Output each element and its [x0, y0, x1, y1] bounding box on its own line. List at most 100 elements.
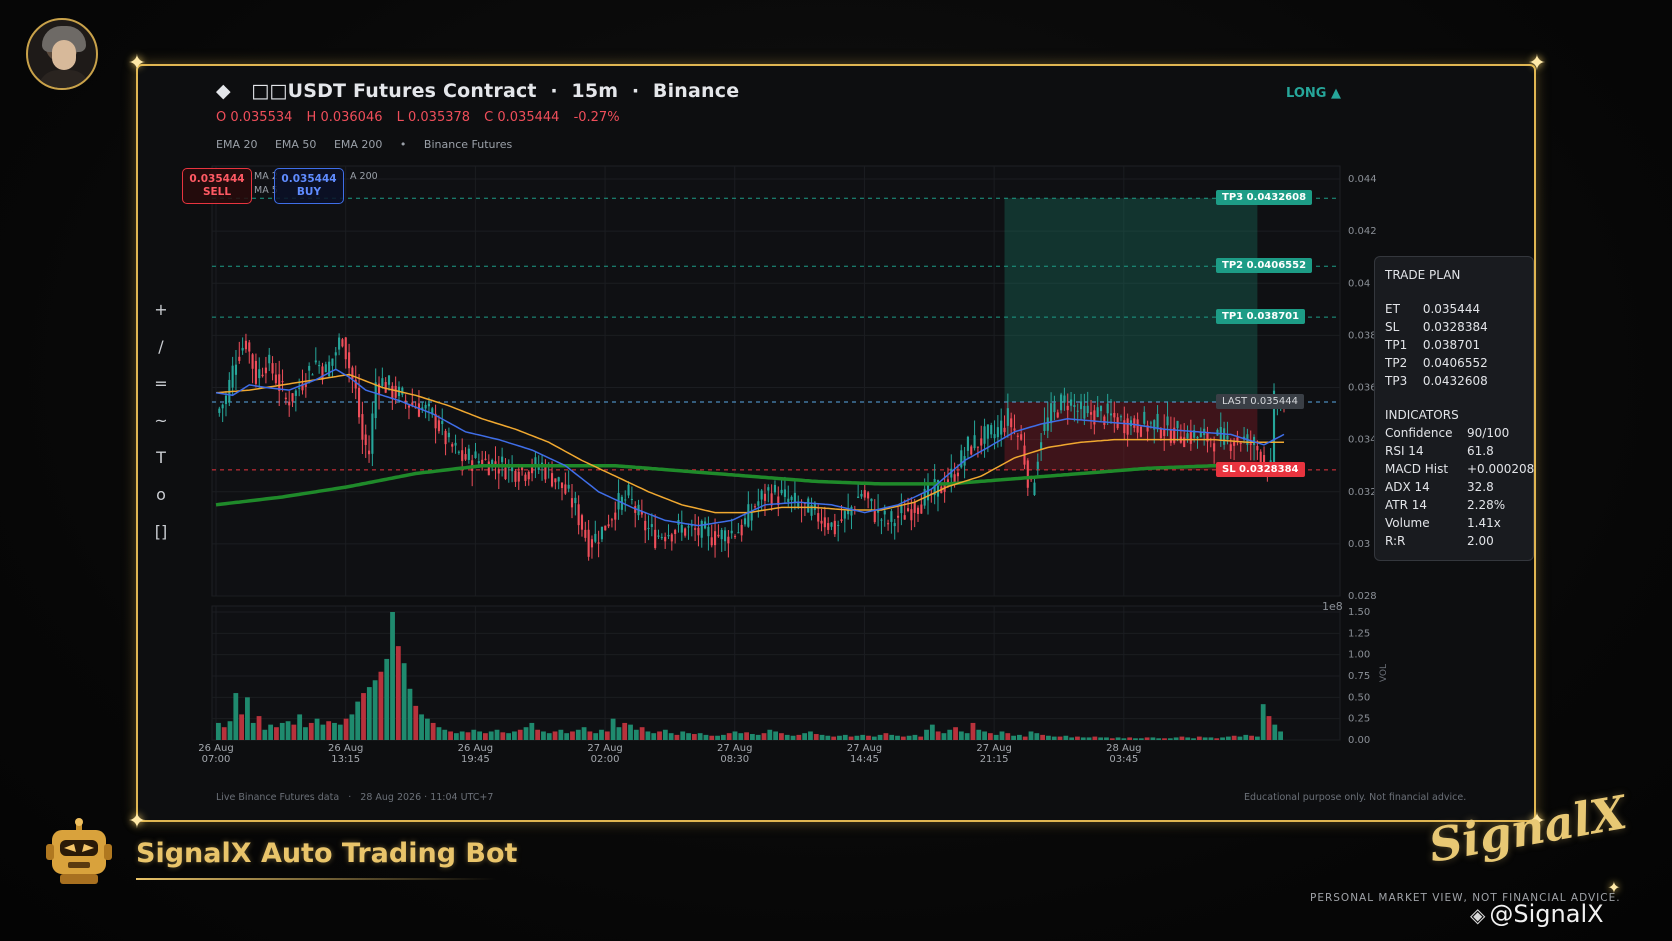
buy-price: 0.035444	[281, 173, 337, 185]
social-handle[interactable]: ◈ @SignalX	[1470, 900, 1604, 928]
candle-body	[274, 374, 277, 384]
volume-bar	[958, 731, 964, 740]
candle-body	[604, 525, 607, 531]
volume-axis-label: VOL	[1379, 664, 1389, 682]
candle-body	[797, 502, 800, 507]
volume-bar	[1150, 737, 1156, 740]
volume-bar	[929, 724, 935, 740]
volume-bar	[935, 731, 941, 740]
candle-body	[807, 498, 810, 513]
candle-body	[597, 542, 600, 544]
volume-bar	[662, 729, 668, 740]
screen: ✦ ✦ ✦ ✦ ◆ □□USDT Futures Contract · 15m …	[0, 0, 1672, 941]
volume-bar	[413, 705, 419, 740]
last-price-tag: LAST 0.035444	[1216, 394, 1304, 409]
y-tick-label: 0.034	[1348, 435, 1377, 446]
volume-bar	[738, 733, 744, 740]
candle-body	[517, 471, 520, 482]
volume-bar	[1243, 734, 1249, 740]
volume-bar	[1011, 735, 1016, 740]
candle-body	[910, 509, 913, 521]
candle-body	[424, 404, 427, 409]
candle-body	[231, 365, 234, 388]
candle-body	[404, 400, 407, 402]
candle-body	[670, 534, 673, 542]
candle-body	[454, 442, 457, 446]
candle-body	[1156, 413, 1159, 430]
volume-bar	[517, 729, 523, 740]
candle-body	[1139, 426, 1142, 437]
candle-body	[1050, 403, 1053, 424]
candle-body	[444, 430, 447, 445]
candle-body	[840, 519, 843, 522]
candle-body	[584, 529, 587, 538]
candle-body	[291, 393, 294, 402]
candle-body	[564, 484, 567, 494]
candle-body	[461, 450, 464, 462]
volume-bar	[262, 729, 268, 740]
candle-body	[896, 515, 900, 518]
candle-body	[707, 526, 710, 537]
candle-body	[298, 387, 301, 389]
volume-bar	[274, 727, 279, 740]
candle-body	[1119, 416, 1123, 418]
volume-bar	[1196, 736, 1202, 740]
volume-tick-label: 0.75	[1348, 671, 1370, 682]
volume-bar	[1156, 738, 1162, 740]
volume-bar	[900, 736, 906, 740]
volume-bar	[1260, 704, 1266, 740]
volume-bar	[453, 733, 459, 740]
candle-body	[767, 487, 770, 491]
volume-bar	[308, 722, 314, 740]
candle-body	[504, 467, 507, 480]
volume-bar	[645, 731, 651, 740]
candle-body	[657, 535, 660, 537]
tp3-price-tag: TP3 0.0432608	[1216, 190, 1313, 206]
candle-body	[627, 484, 630, 496]
candle-body	[717, 534, 720, 537]
candle-body	[567, 484, 570, 489]
candle-body	[1106, 403, 1109, 414]
volume-bar	[604, 731, 610, 740]
x-tick-label: 26 Aug	[458, 743, 493, 754]
candle-body	[348, 352, 351, 369]
y-tick-label: 0.044	[1348, 174, 1377, 185]
candle-body	[1109, 413, 1113, 416]
candle-body	[361, 414, 364, 440]
volume-bar	[465, 732, 471, 740]
volume-bar	[483, 733, 488, 740]
volume-bar	[1225, 736, 1231, 740]
candle-body	[1046, 417, 1049, 431]
volume-bar	[761, 733, 767, 740]
volume-bar	[1144, 737, 1150, 740]
tp2-price-tag: TP2 0.0406552	[1216, 258, 1313, 274]
candle-body	[720, 529, 723, 540]
volume-bar	[1272, 724, 1278, 740]
sell-button[interactable]: 0.035444 SELL	[182, 168, 252, 204]
candle-body	[700, 520, 703, 538]
volume-bar	[1028, 731, 1034, 740]
x-tick-label: 03:45	[1109, 754, 1138, 765]
volume-bar	[633, 729, 639, 740]
candle-body	[241, 347, 244, 351]
volume-bar	[1057, 736, 1063, 740]
volume-bar	[239, 714, 245, 740]
volume-bar	[314, 718, 320, 740]
candle-body	[654, 529, 657, 548]
y-tick-label: 0.03	[1348, 539, 1370, 550]
stop-loss-zone	[1004, 402, 1258, 470]
candle-body	[1010, 418, 1013, 428]
volume-bar	[808, 731, 813, 740]
candle-body	[1176, 420, 1179, 429]
volume-bar	[628, 724, 633, 740]
candle-body	[753, 506, 757, 508]
plan-row-sl: SL 0.0328384	[1385, 320, 1488, 334]
mini-legend-a200: A 200	[350, 171, 378, 182]
y-tick-label: 0.036	[1348, 383, 1377, 394]
volume-bar	[1202, 737, 1208, 740]
candle-body	[1186, 433, 1189, 439]
candle-body	[750, 512, 753, 521]
buy-button[interactable]: 0.035444 BUY	[274, 168, 344, 204]
candle-body	[743, 518, 747, 525]
candle-body	[1149, 422, 1152, 424]
